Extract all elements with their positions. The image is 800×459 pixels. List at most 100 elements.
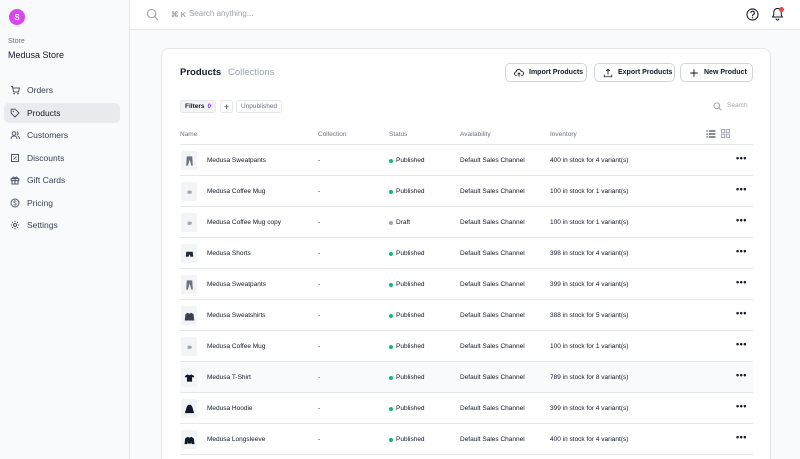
- product-collection: -: [318, 436, 321, 443]
- product-search-input[interactable]: Search: [727, 102, 748, 109]
- add-filter-button[interactable]: +: [220, 100, 233, 113]
- product-thumbnail: [181, 337, 197, 356]
- column-collection[interactable]: Collection: [318, 131, 347, 138]
- sidebar-item-products[interactable]: Products: [4, 102, 120, 123]
- more-actions-icon[interactable]: •••: [736, 154, 748, 163]
- import-products-label: Import Products: [529, 69, 584, 76]
- sidebar-item-label: Customers: [27, 130, 69, 140]
- product-inventory: 399 in stock for 4 variant(s): [550, 281, 629, 288]
- gear-icon: [9, 220, 20, 231]
- status-badge: Published: [389, 250, 425, 257]
- product-availability: Default Sales Channel: [460, 374, 525, 381]
- more-actions-icon[interactable]: •••: [736, 340, 748, 349]
- more-actions-icon[interactable]: •••: [736, 371, 748, 380]
- store-label: Store: [8, 38, 25, 45]
- status-label: Published: [396, 405, 425, 412]
- status-dot: [389, 314, 393, 318]
- product-collection: -: [318, 219, 321, 226]
- status-dot: [389, 252, 393, 256]
- discount-icon: [9, 152, 20, 163]
- status-label: Published: [396, 281, 425, 288]
- column-name[interactable]: Name: [180, 131, 197, 138]
- more-actions-icon[interactable]: •••: [736, 185, 748, 194]
- table-row[interactable]: Medusa Coffee Mug copy - Draft Default Sale…: [180, 207, 753, 238]
- status-dot: [389, 345, 393, 349]
- product-collection: -: [318, 312, 321, 319]
- more-actions-icon[interactable]: •••: [736, 402, 748, 411]
- more-actions-icon[interactable]: •••: [736, 278, 748, 287]
- list-view-icon[interactable]: [706, 129, 716, 139]
- product-inventory: 399 in stock for 4 variant(s): [550, 405, 629, 412]
- export-products-button[interactable]: Export Products: [594, 63, 675, 82]
- help-icon[interactable]: [746, 8, 759, 21]
- product-name: Medusa Coffee Mug: [207, 343, 266, 350]
- table-row[interactable]: Medusa Shorts - Published Default Sales Cha…: [180, 238, 753, 269]
- cart-icon: [9, 85, 20, 96]
- more-actions-icon[interactable]: •••: [736, 247, 748, 256]
- sidebar-item-orders[interactable]: Orders: [4, 80, 120, 100]
- sidebar-item-settings[interactable]: Settings: [4, 215, 120, 235]
- product-availability: Default Sales Channel: [460, 219, 525, 226]
- more-actions-icon[interactable]: •••: [736, 216, 748, 225]
- product-inventory: 400 in stock for 4 variant(s): [550, 436, 629, 443]
- products-card: Products Collections Import Products Exp…: [161, 48, 771, 459]
- status-badge: Published: [389, 405, 425, 412]
- product-collection: -: [318, 188, 321, 195]
- status-dot: [389, 159, 393, 163]
- filters-button[interactable]: Filters 0: [180, 100, 217, 113]
- status-label: Published: [396, 374, 425, 381]
- product-thumbnail: [181, 244, 197, 263]
- more-actions-icon[interactable]: •••: [736, 433, 748, 442]
- product-name: Medusa Coffee Mug copy: [207, 219, 281, 226]
- table-row[interactable]: Medusa T-Shirt - Published Default Sales Ch…: [180, 362, 753, 393]
- more-actions-icon[interactable]: •••: [736, 309, 748, 318]
- filter-tab-unpublished[interactable]: Unpublished: [236, 100, 283, 113]
- sweatshirt-icon: [184, 312, 194, 320]
- product-thumbnail: [181, 430, 197, 449]
- sidebar-item-discounts[interactable]: Discounts: [4, 148, 120, 168]
- import-products-button[interactable]: Import Products: [505, 63, 587, 82]
- product-collection: -: [318, 281, 321, 288]
- table-row[interactable]: Medusa Hoodie - Published Default Sales Cha…: [180, 393, 753, 424]
- column-availability[interactable]: Availability: [460, 131, 491, 138]
- sidebar-item-label: Pricing: [27, 197, 53, 208]
- column-inventory[interactable]: Inventory: [550, 131, 577, 138]
- search-icon: [713, 102, 722, 111]
- sidebar-item-customers[interactable]: Customers: [4, 125, 120, 145]
- status-dot: [389, 438, 393, 442]
- product-name: Medusa Sweatpants: [207, 281, 266, 288]
- table-row[interactable]: Medusa Coffee Mug - Published Default Sales…: [180, 331, 753, 362]
- table-row[interactable]: Medusa Sweatpants - Published Default Sales…: [180, 145, 753, 176]
- dollar-icon: [9, 197, 20, 208]
- new-product-label: New Product: [704, 69, 747, 76]
- global-search-input[interactable]: Search anything...: [189, 9, 253, 18]
- product-thumbnail: [181, 182, 197, 201]
- table-row[interactable]: Medusa Sweatpants - Published Default Sales…: [180, 269, 753, 300]
- longsleeve-icon: [184, 436, 194, 444]
- product-inventory: 398 in stock for 4 variant(s): [550, 250, 629, 257]
- status-badge: Published: [389, 374, 425, 381]
- tab-products[interactable]: Products: [180, 67, 221, 78]
- export-products-label: Export Products: [618, 69, 673, 76]
- table-row[interactable]: Medusa Coffee Mug - Published Default Sales…: [180, 176, 753, 207]
- sidebar: S Store Medusa Store Orders Products Custo…: [0, 0, 130, 459]
- table-row[interactable]: Medusa Longsleeve - Published Default Sales…: [180, 424, 753, 455]
- store-avatar[interactable]: S: [9, 9, 25, 25]
- grid-view-icon[interactable]: [721, 129, 730, 138]
- column-status[interactable]: Status: [389, 131, 407, 138]
- product-inventory: 100 in stock for 1 variant(s): [550, 343, 629, 350]
- status-badge: Published: [389, 436, 425, 443]
- product-availability: Default Sales Channel: [460, 312, 525, 319]
- sidebar-item-pricing[interactable]: Pricing: [4, 193, 120, 213]
- product-collection: -: [318, 157, 321, 164]
- sidebar-item-label: Products: [27, 107, 61, 118]
- tab-collections[interactable]: Collections: [228, 67, 274, 78]
- sidebar-nav: Orders Products Customers Discounts Gift Car…: [4, 80, 120, 238]
- sidebar-item-gift-cards[interactable]: Gift Cards: [4, 170, 120, 190]
- new-product-button[interactable]: New Product: [680, 63, 753, 82]
- status-dot: [389, 407, 393, 411]
- product-name: Medusa Hoodie: [207, 405, 253, 412]
- product-availability: Default Sales Channel: [460, 281, 525, 288]
- search-icon[interactable]: [146, 8, 159, 21]
- table-row[interactable]: Medusa Sweatshirts - Published Default Sale…: [180, 300, 753, 331]
